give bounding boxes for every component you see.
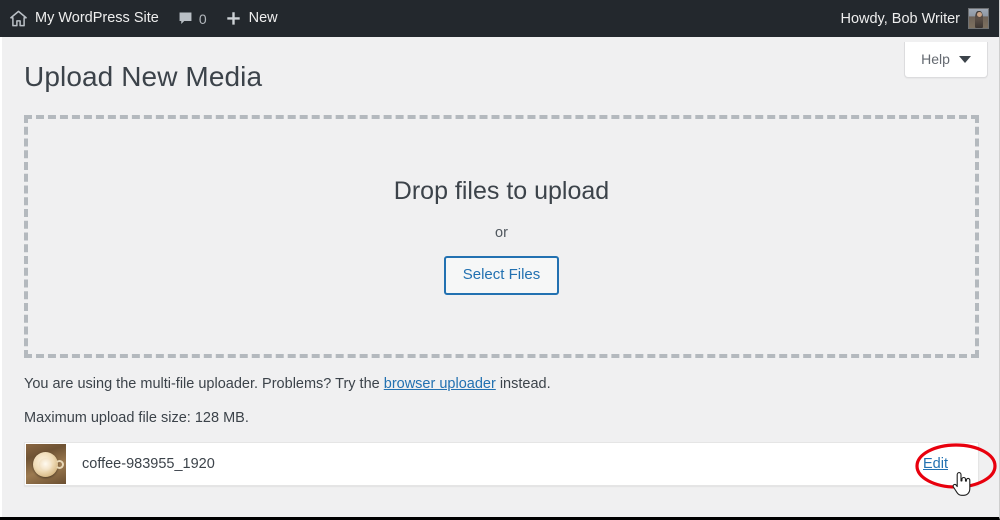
wp-admin-bar: My WordPress Site 0 New Howdy, Bob Write… — [0, 0, 999, 37]
howdy-label: Howdy, Bob Writer — [840, 10, 960, 27]
file-dropzone[interactable]: Drop files to upload or Select Files — [24, 115, 979, 358]
cup-handle-shape — [55, 460, 64, 469]
uploader-note: You are using the multi-file uploader. P… — [24, 374, 551, 396]
comments-count: 0 — [198, 10, 207, 27]
adminbar-site-name[interactable]: My WordPress Site — [0, 0, 168, 37]
site-name-label: My WordPress Site — [35, 10, 159, 27]
page-title: Upload New Media — [24, 61, 263, 92]
browser-viewport: My WordPress Site 0 New Howdy, Bob Write… — [0, 0, 1000, 520]
uploader-note-prefix: You are using the multi-file uploader. P… — [24, 376, 384, 392]
comment-bubble-icon — [177, 10, 194, 27]
new-content-label: New — [248, 10, 278, 27]
coffee-cup-thumbnail-icon — [26, 444, 66, 484]
media-item-row[interactable]: coffee-983955_1920 Edit — [24, 442, 979, 486]
latte-art-shape — [39, 458, 52, 471]
admin-content-area: Help Upload New Media Drop files to uplo… — [0, 37, 999, 517]
help-button[interactable]: Help — [904, 42, 988, 78]
plus-icon — [225, 10, 242, 27]
adminbar-comments[interactable]: 0 — [168, 0, 216, 37]
adminbar-account-menu[interactable]: Howdy, Bob Writer — [840, 0, 999, 37]
dropzone-title: Drop files to upload — [393, 176, 610, 205]
media-filename: coffee-983955_1920 — [82, 456, 215, 472]
avatar — [968, 8, 989, 29]
chevron-down-icon — [958, 55, 971, 63]
max-upload-size-note: Maximum upload file size: 128 MB. — [24, 410, 249, 426]
dropzone-or-label: or — [495, 224, 508, 241]
select-files-button[interactable]: Select Files — [443, 255, 560, 295]
help-label: Help — [921, 51, 950, 67]
edit-media-link[interactable]: Edit — [923, 456, 948, 472]
adminbar-new-content[interactable]: New — [216, 0, 287, 37]
home-icon — [9, 9, 28, 28]
help-button-container: Help — [904, 42, 988, 78]
uploader-note-suffix: instead. — [495, 376, 551, 392]
browser-uploader-link[interactable]: browser uploader — [384, 376, 496, 392]
